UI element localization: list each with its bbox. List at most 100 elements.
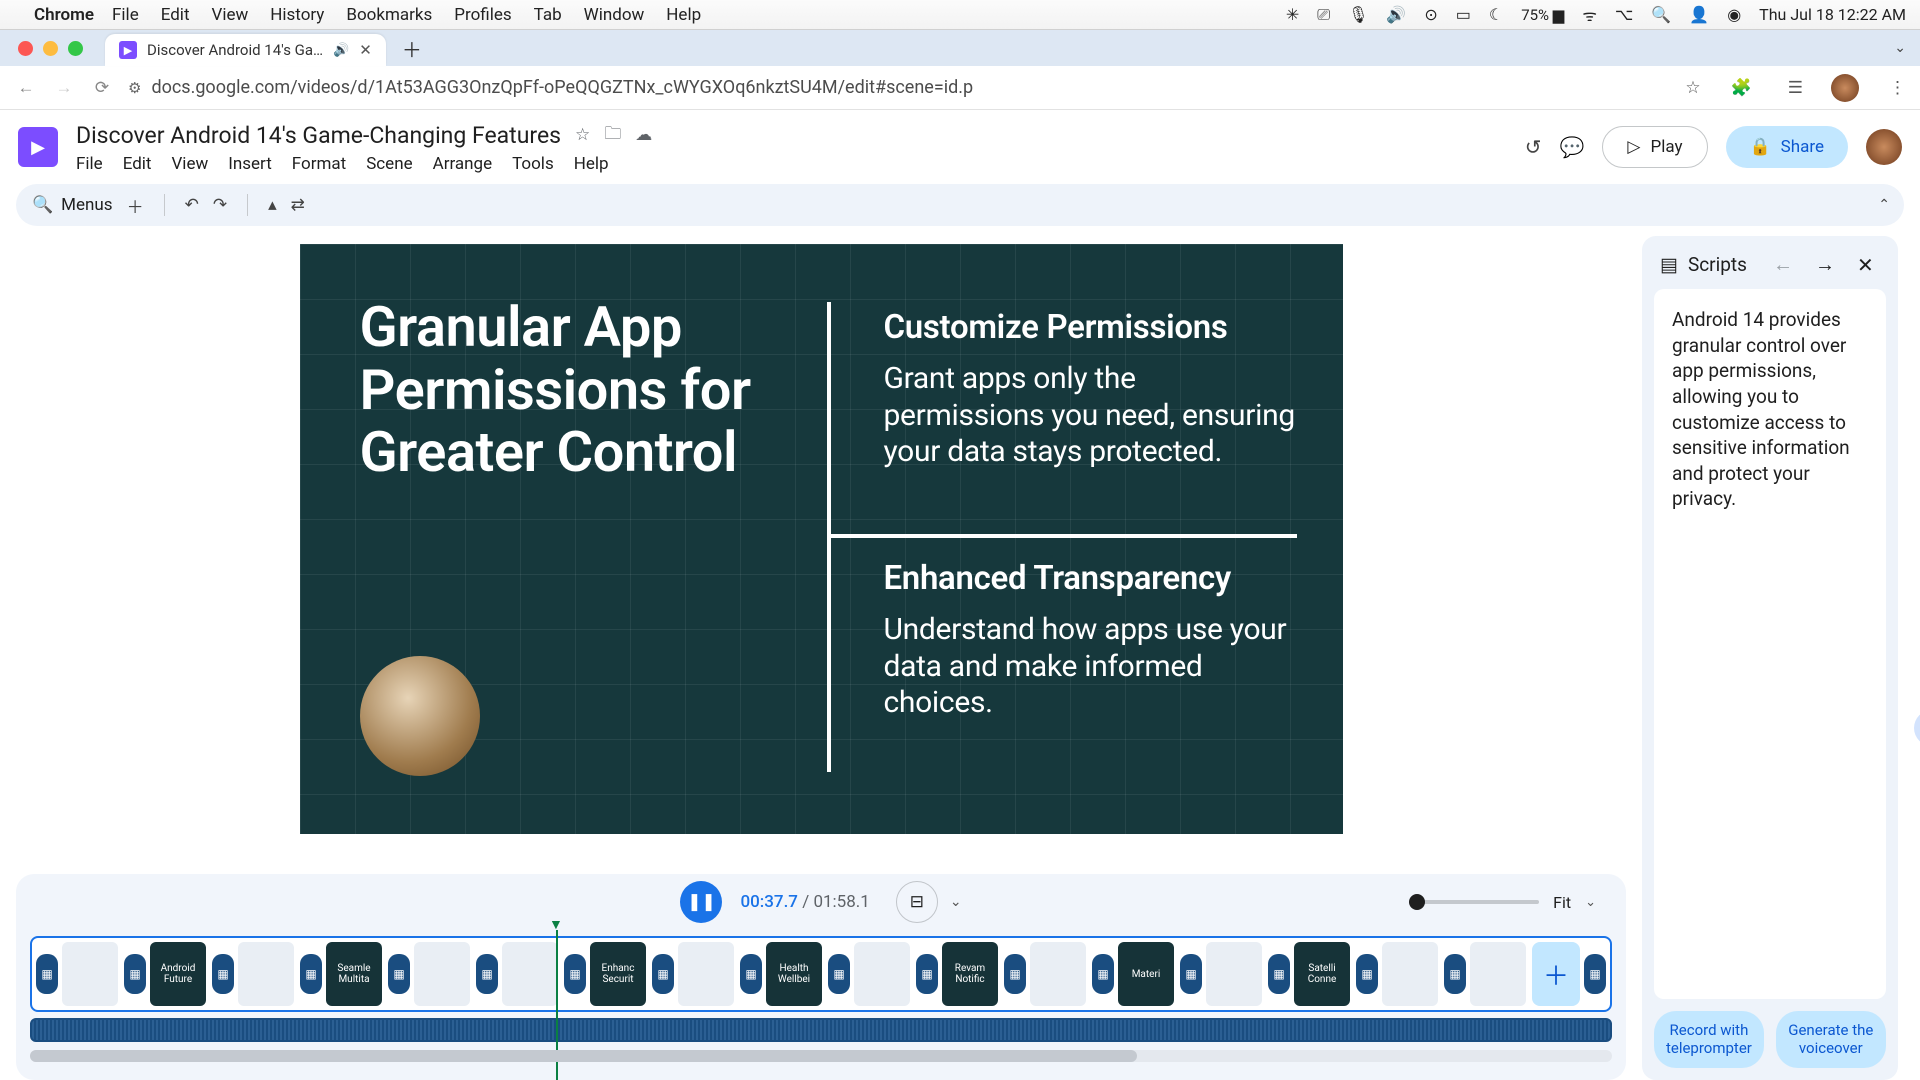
timeline-scene[interactable]: ▦ xyxy=(1444,942,1526,1006)
transition-icon[interactable]: ▦ xyxy=(828,954,850,994)
zoom-slider[interactable] xyxy=(1409,900,1539,904)
next-script-button[interactable]: → xyxy=(1809,252,1841,277)
transition-icon[interactable]: ▦ xyxy=(1268,954,1290,994)
presenter-avatar[interactable] xyxy=(360,656,480,776)
menu-insert[interactable]: Insert xyxy=(228,154,272,174)
transition-icon[interactable]: ▦ xyxy=(652,954,674,994)
section1-heading[interactable]: Customize Permissions xyxy=(884,308,1304,347)
zoom-label[interactable]: Fit xyxy=(1553,893,1571,912)
record-icon[interactable] xyxy=(1914,648,1920,684)
slide-heading[interactable]: Granular App Permissions for Greater Con… xyxy=(360,296,790,484)
section2-heading[interactable]: Enhanced Transparency xyxy=(884,559,1304,598)
mac-menu-history[interactable]: History xyxy=(270,5,324,25)
menu-help[interactable]: Help xyxy=(574,154,609,174)
timeline-scene[interactable]: ▦Health Wellbei xyxy=(740,942,822,1006)
record-teleprompter-button[interactable]: Record with teleprompter xyxy=(1654,1011,1764,1069)
tabs-overflow-icon[interactable]: ⌄ xyxy=(1894,40,1906,56)
play-button[interactable]: ▷Play xyxy=(1602,126,1707,168)
text-styles-icon[interactable]: тT xyxy=(1914,524,1920,560)
menu-format[interactable]: Format xyxy=(292,154,346,174)
transition-icon[interactable]: ▦ xyxy=(564,954,586,994)
scene-thumbnail[interactable] xyxy=(1382,942,1438,1006)
volume-icon[interactable]: 🔊 xyxy=(1386,5,1406,24)
vids-logo-icon[interactable]: ▶ xyxy=(18,127,58,167)
star-icon[interactable]: ☆ xyxy=(575,125,590,145)
window-controls[interactable] xyxy=(12,41,89,66)
control-center-icon[interactable]: ⌥ xyxy=(1615,5,1633,24)
timeline-scene[interactable]: ▦ xyxy=(828,942,910,1006)
timeline-scene[interactable]: ▦ xyxy=(36,942,118,1006)
generate-voiceover-button[interactable]: Generate the voiceover xyxy=(1776,1011,1886,1069)
undo-button[interactable]: ↶ xyxy=(185,195,199,215)
transition-icon[interactable]: ▦ xyxy=(36,954,58,994)
timeline-scene[interactable]: ▦ xyxy=(1356,942,1438,1006)
transition-icon[interactable]: ▦ xyxy=(476,954,498,994)
timeline-scene[interactable]: ▦ xyxy=(652,942,734,1006)
select-tool-icon[interactable]: ▴ xyxy=(268,195,277,215)
new-scene-button[interactable]: ＋ xyxy=(127,193,144,218)
transition-icon[interactable]: ▦ xyxy=(1444,954,1466,994)
tab-close-icon[interactable]: ✕ xyxy=(359,41,372,59)
share-button[interactable]: 🔒Share xyxy=(1726,126,1849,168)
templates-icon[interactable]: ▢ xyxy=(1914,276,1920,312)
scene-thumbnail[interactable] xyxy=(238,942,294,1006)
bookmark-icon[interactable]: ☆ xyxy=(1685,78,1700,98)
chevron-down-icon[interactable]: ⌄ xyxy=(1585,895,1596,910)
transition-icon[interactable]: ▦ xyxy=(1180,954,1202,994)
omnibox[interactable]: ⚙ docs.google.com/videos/d/1At53AGG3OnzQ… xyxy=(128,77,1655,98)
mac-menu-tab[interactable]: Tab xyxy=(534,5,562,25)
timeline-scene[interactable]: ▦Seamle Multita xyxy=(300,942,382,1006)
timeline-scene[interactable]: ▦Satelli Conne xyxy=(1268,942,1350,1006)
mic-icon[interactable]: 🎙 xyxy=(1348,5,1368,24)
scene-thumbnail[interactable]: Android Future xyxy=(150,942,206,1006)
section1-body[interactable]: Grant apps only the permissions you need… xyxy=(884,361,1304,471)
document-title[interactable]: Discover Android 14's Game-Changing Feat… xyxy=(76,122,561,149)
chevron-down-icon[interactable]: ⌄ xyxy=(950,894,962,910)
back-button[interactable]: ← xyxy=(14,78,38,98)
redo-button[interactable]: ↷ xyxy=(213,195,227,215)
play-icon[interactable]: ⊙ xyxy=(1424,5,1437,24)
mac-menu-window[interactable]: Window xyxy=(584,5,645,25)
battery-status[interactable]: 75% ▆ xyxy=(1521,6,1564,24)
image-gen-icon[interactable]: ▣ xyxy=(1914,462,1920,498)
close-window-icon[interactable] xyxy=(18,41,33,56)
close-panel-button[interactable]: ✕ xyxy=(1851,253,1880,277)
mac-menu-profiles[interactable]: Profiles xyxy=(454,5,511,25)
timeline-scene[interactable]: ▦Enhanc Securit xyxy=(564,942,646,1006)
clock[interactable]: Thu Jul 18 12:22 AM xyxy=(1759,5,1906,24)
mac-menu-view[interactable]: View xyxy=(212,5,249,25)
scene-thumbnail[interactable]: Revam Notific xyxy=(942,942,998,1006)
timeline-scene[interactable]: ▦ xyxy=(388,942,470,1006)
scene-thumbnail[interactable] xyxy=(678,942,734,1006)
menus-search[interactable]: 🔍Menus xyxy=(32,195,113,215)
browser-tab[interactable]: ▶ Discover Android 14's Ga… 🔊 ✕ xyxy=(105,34,386,66)
scene-thumbnail[interactable] xyxy=(1206,942,1262,1006)
scene-thumbnail[interactable]: Materi xyxy=(1118,942,1174,1006)
menu-view[interactable]: View xyxy=(171,154,208,174)
timeline-scene[interactable]: ▦Materi xyxy=(1092,942,1174,1006)
transition-icon[interactable]: ▦ xyxy=(124,954,146,994)
scene-thumbnail[interactable] xyxy=(62,942,118,1006)
status-icon[interactable]: ⎚ xyxy=(1317,5,1330,25)
chrome-menu-icon[interactable]: ⋮ xyxy=(1889,78,1906,98)
shapes-icon[interactable]: ◯ xyxy=(1914,586,1920,622)
files-icon[interactable]: 🗀 xyxy=(1914,400,1920,436)
cloud-status-icon[interactable]: ☁ xyxy=(635,125,652,145)
menu-arrange[interactable]: Arrange xyxy=(433,154,492,174)
script-text[interactable]: Android 14 provides granular control ove… xyxy=(1654,289,1886,999)
new-tab-button[interactable]: ＋ xyxy=(398,34,426,62)
reload-button[interactable]: ⟳ xyxy=(90,78,114,98)
timeline-scene[interactable]: ▦Revam Notific xyxy=(916,942,998,1006)
menu-scene[interactable]: Scene xyxy=(366,154,412,174)
scene-thumbnail[interactable] xyxy=(414,942,470,1006)
minimize-window-icon[interactable] xyxy=(43,41,58,56)
comments-icon[interactable]: 💬 xyxy=(1559,135,1584,159)
scene-thumbnail[interactable] xyxy=(854,942,910,1006)
pause-button[interactable]: ❚❚ xyxy=(680,881,722,923)
timeline-mode-button[interactable]: ⊟ xyxy=(896,881,938,923)
prev-script-button[interactable]: ← xyxy=(1767,252,1799,277)
scene-thumbnail[interactable]: Health Wellbei xyxy=(766,942,822,1006)
zoom-window-icon[interactable] xyxy=(68,41,83,56)
menu-tools[interactable]: Tools xyxy=(512,154,554,174)
moon-icon[interactable]: ☾ xyxy=(1489,5,1503,24)
